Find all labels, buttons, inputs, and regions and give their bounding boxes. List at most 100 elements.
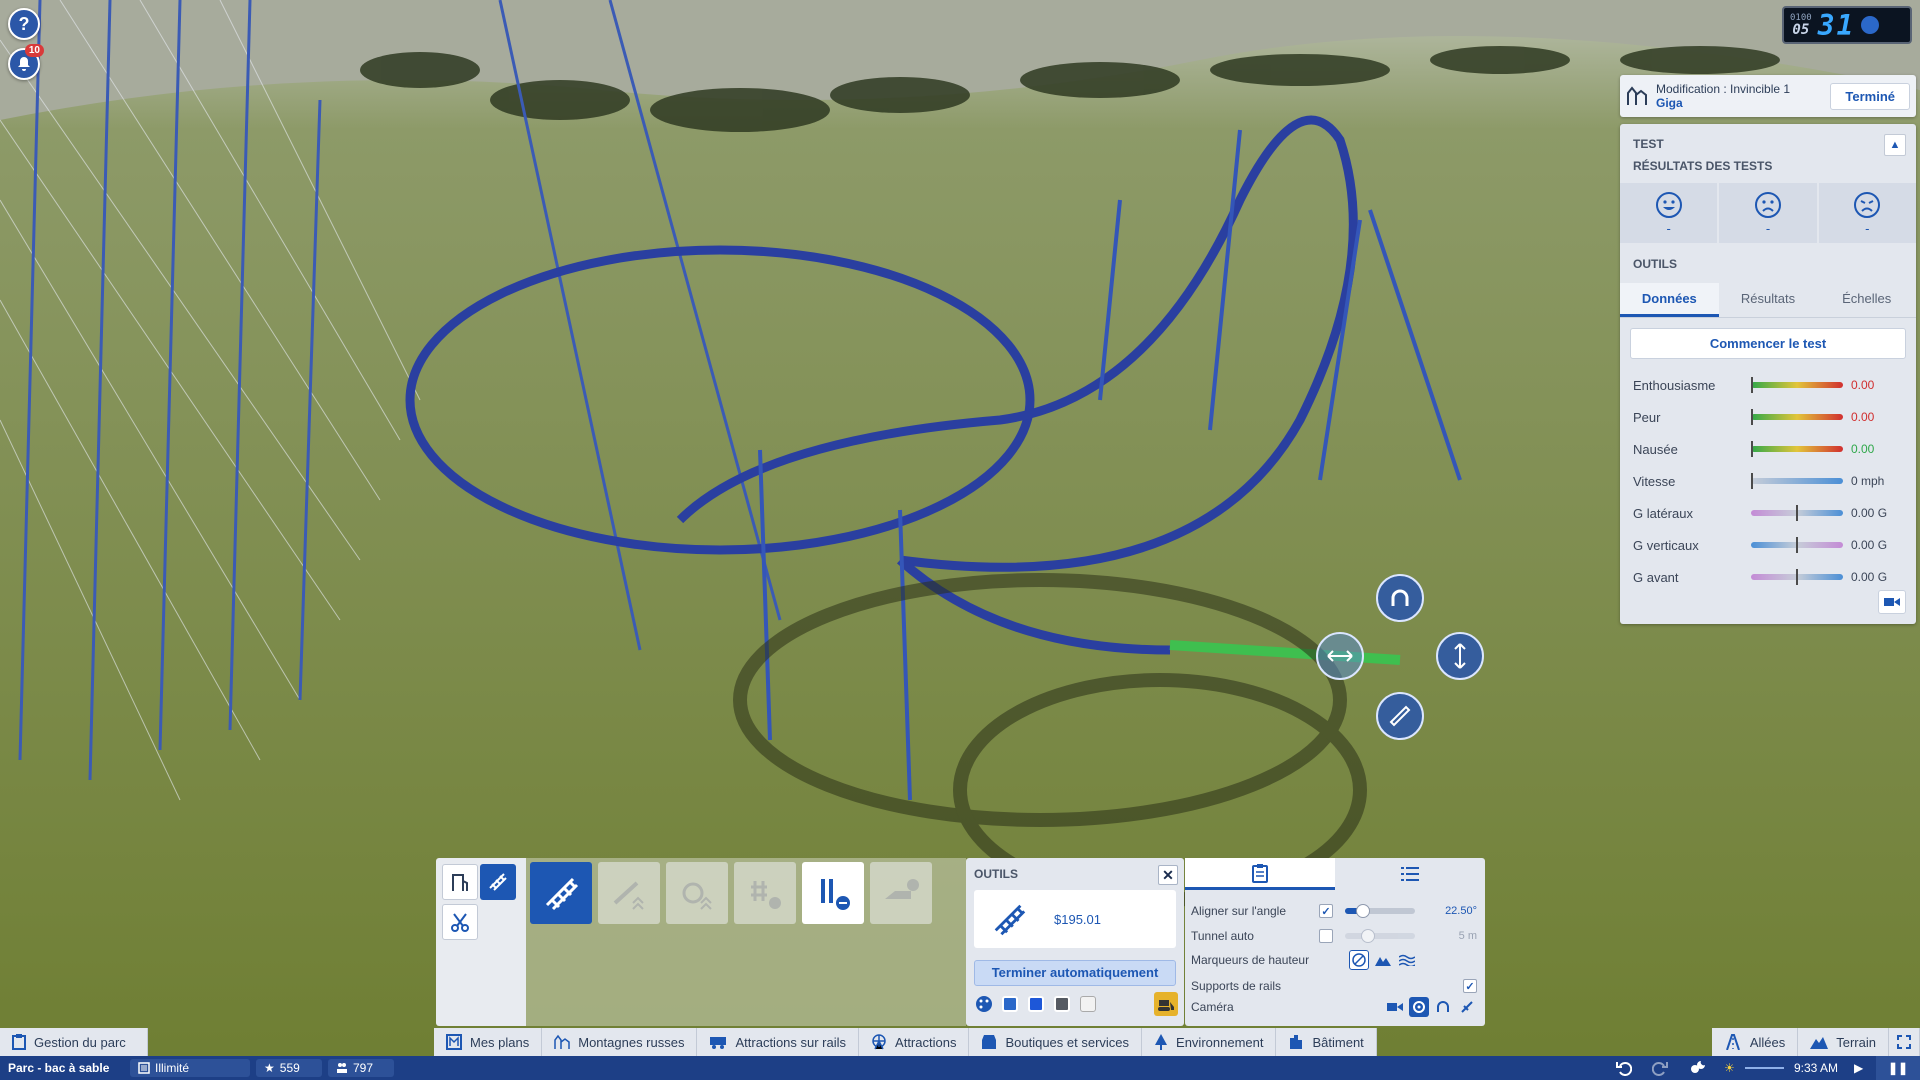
train-remove-icon — [885, 879, 919, 899]
stat-bar — [1751, 473, 1843, 489]
tree-icon — [1155, 1034, 1168, 1050]
park-rating[interactable]: ★ 559 — [256, 1059, 322, 1077]
move-horizontal-handle[interactable] — [1316, 632, 1364, 680]
stat-row: G latéraux 0.00 G — [1620, 497, 1916, 529]
water-markers-icon[interactable] — [1397, 950, 1417, 970]
tab-attractions[interactable]: Attractions — [859, 1028, 970, 1056]
camera-free-icon[interactable] — [1385, 997, 1405, 1017]
stat-row: Nausée 0.00 — [1620, 433, 1916, 465]
money-display[interactable]: Illimité — [130, 1059, 250, 1077]
align-angle-slider[interactable] — [1345, 904, 1415, 918]
tab-results[interactable]: Résultats — [1719, 283, 1818, 317]
test-section-title: TEST — [1633, 137, 1664, 151]
rating-cell: - — [1620, 183, 1720, 243]
clipboard-icon — [12, 1034, 26, 1050]
tab-paths[interactable]: Allées — [1711, 1028, 1799, 1056]
tools-title: OUTILS — [1633, 257, 1677, 271]
block-section-button[interactable] — [802, 862, 864, 924]
lift-hill-button[interactable] — [598, 862, 660, 924]
align-angle-label: Aligner sur l'angle — [1191, 904, 1287, 918]
blueprint-icon — [446, 1034, 462, 1050]
auto-tunnel-slider[interactable] — [1345, 929, 1415, 943]
color-swatch[interactable] — [1080, 996, 1096, 1012]
auto-tunnel-checkbox[interactable] — [1319, 929, 1333, 943]
color-swatch[interactable] — [1054, 996, 1070, 1012]
train-icon — [710, 1037, 727, 1049]
undo-button[interactable] — [1608, 1056, 1644, 1080]
tab-clipboard[interactable] — [1185, 858, 1335, 890]
tab-data[interactable]: Données — [1620, 283, 1719, 317]
color-swatch[interactable] — [1028, 996, 1044, 1012]
stat-value: 0.00 — [1851, 442, 1875, 456]
weather-icon[interactable] — [1861, 16, 1880, 34]
start-test-button[interactable]: Commencer le test — [1630, 328, 1906, 359]
move-vertical-handle[interactable] — [1436, 632, 1484, 680]
test-results-title: RÉSULTATS DES TESTS — [1633, 159, 1773, 173]
build-station-button[interactable] — [442, 864, 478, 900]
tab-list[interactable] — [1335, 858, 1485, 890]
pause-button[interactable]: ❚❚ — [1876, 1056, 1920, 1080]
camera-row: Caméra — [1191, 996, 1477, 1018]
redo-button[interactable] — [1644, 1056, 1680, 1080]
tab-terrain[interactable]: Terrain — [1798, 1028, 1889, 1056]
align-angle-checkbox[interactable]: ✓ — [1319, 904, 1333, 918]
tab-scales[interactable]: Échelles — [1817, 283, 1916, 317]
length-handle[interactable] — [1376, 692, 1424, 740]
tab-environment[interactable]: Environnement — [1142, 1028, 1277, 1056]
status-bar: Parc - bac à sable Illimité ★ 559 797 ☀ … — [0, 1056, 1920, 1080]
tab-label: Montagnes russes — [578, 1034, 685, 1050]
palette-icon[interactable] — [974, 994, 994, 1014]
track-supports-checkbox[interactable]: ✓ — [1463, 979, 1477, 993]
build-track-button[interactable] — [480, 864, 516, 900]
tab-shops-services[interactable]: Boutiques et services — [969, 1028, 1143, 1056]
done-button[interactable]: Terminé — [1830, 82, 1910, 110]
close-button[interactable]: ✕ — [1158, 865, 1178, 885]
track-piece-strip — [526, 858, 966, 1026]
notifications-button[interactable]: 10 — [8, 44, 44, 80]
ruler-icon — [1389, 705, 1411, 727]
price-value: $195.01 — [1054, 911, 1101, 927]
brake-icon — [751, 881, 781, 909]
camera-orbit-icon[interactable] — [1433, 997, 1453, 1017]
loop-icon — [1391, 589, 1409, 606]
loop-handle[interactable] — [1376, 574, 1424, 622]
help-button[interactable]: ? — [8, 8, 40, 40]
play-button[interactable]: ▶ — [1846, 1056, 1876, 1080]
redo-icon — [1652, 1062, 1668, 1076]
stat-label: Peur — [1633, 409, 1661, 425]
stat-value: 0 mph — [1851, 474, 1885, 488]
booster-button[interactable] — [666, 862, 728, 924]
bulldozer-button[interactable] — [1154, 992, 1178, 1016]
guest-count[interactable]: 797 — [328, 1059, 394, 1077]
park-management-button[interactable]: Gestion du parc — [0, 1028, 148, 1056]
bell-icon — [18, 57, 30, 71]
camera-button[interactable] — [1878, 590, 1906, 614]
terrain-icon — [1810, 1037, 1829, 1049]
brake-remove-button[interactable] — [734, 862, 796, 924]
ride-edit-header: Modification : Invincible 1 Giga Terminé — [1620, 75, 1916, 117]
camera-follow-icon[interactable] — [1409, 997, 1429, 1017]
terrain-markers-icon[interactable] — [1373, 950, 1393, 970]
track-supports-label: Supports de rails — [1191, 979, 1282, 993]
tab-track-rides[interactable]: Attractions sur rails — [697, 1028, 860, 1056]
expand-button[interactable] — [1889, 1028, 1920, 1056]
time-display: ☀ 9:33 AM — [1724, 1061, 1838, 1075]
color-swatch[interactable] — [1002, 996, 1018, 1012]
day-night-button[interactable] — [1680, 1056, 1716, 1080]
tools-panel-title: OUTILS — [974, 867, 1018, 881]
cut-track-button[interactable] — [442, 904, 478, 940]
no-markers-icon[interactable] — [1349, 950, 1369, 970]
station-remove-button[interactable] — [870, 862, 932, 924]
collapse-button[interactable]: ▲ — [1884, 134, 1906, 156]
park-name[interactable]: Parc - bac à sable — [0, 1056, 130, 1080]
stat-label: G avant — [1633, 569, 1679, 585]
straight-track-button[interactable] — [530, 862, 592, 924]
stat-bar — [1751, 537, 1843, 553]
tab-building[interactable]: Bâtiment — [1276, 1028, 1377, 1056]
chevron-up-icon: ▲ — [1889, 139, 1901, 151]
tab-my-blueprints[interactable]: Mes plans — [434, 1028, 543, 1056]
camera-ride-icon[interactable] — [1457, 997, 1477, 1017]
star-icon: ★ — [264, 1061, 275, 1075]
auto-complete-button[interactable]: Terminer automatiquement — [974, 960, 1176, 986]
tab-roller-coasters[interactable]: Montagnes russes — [542, 1028, 698, 1056]
